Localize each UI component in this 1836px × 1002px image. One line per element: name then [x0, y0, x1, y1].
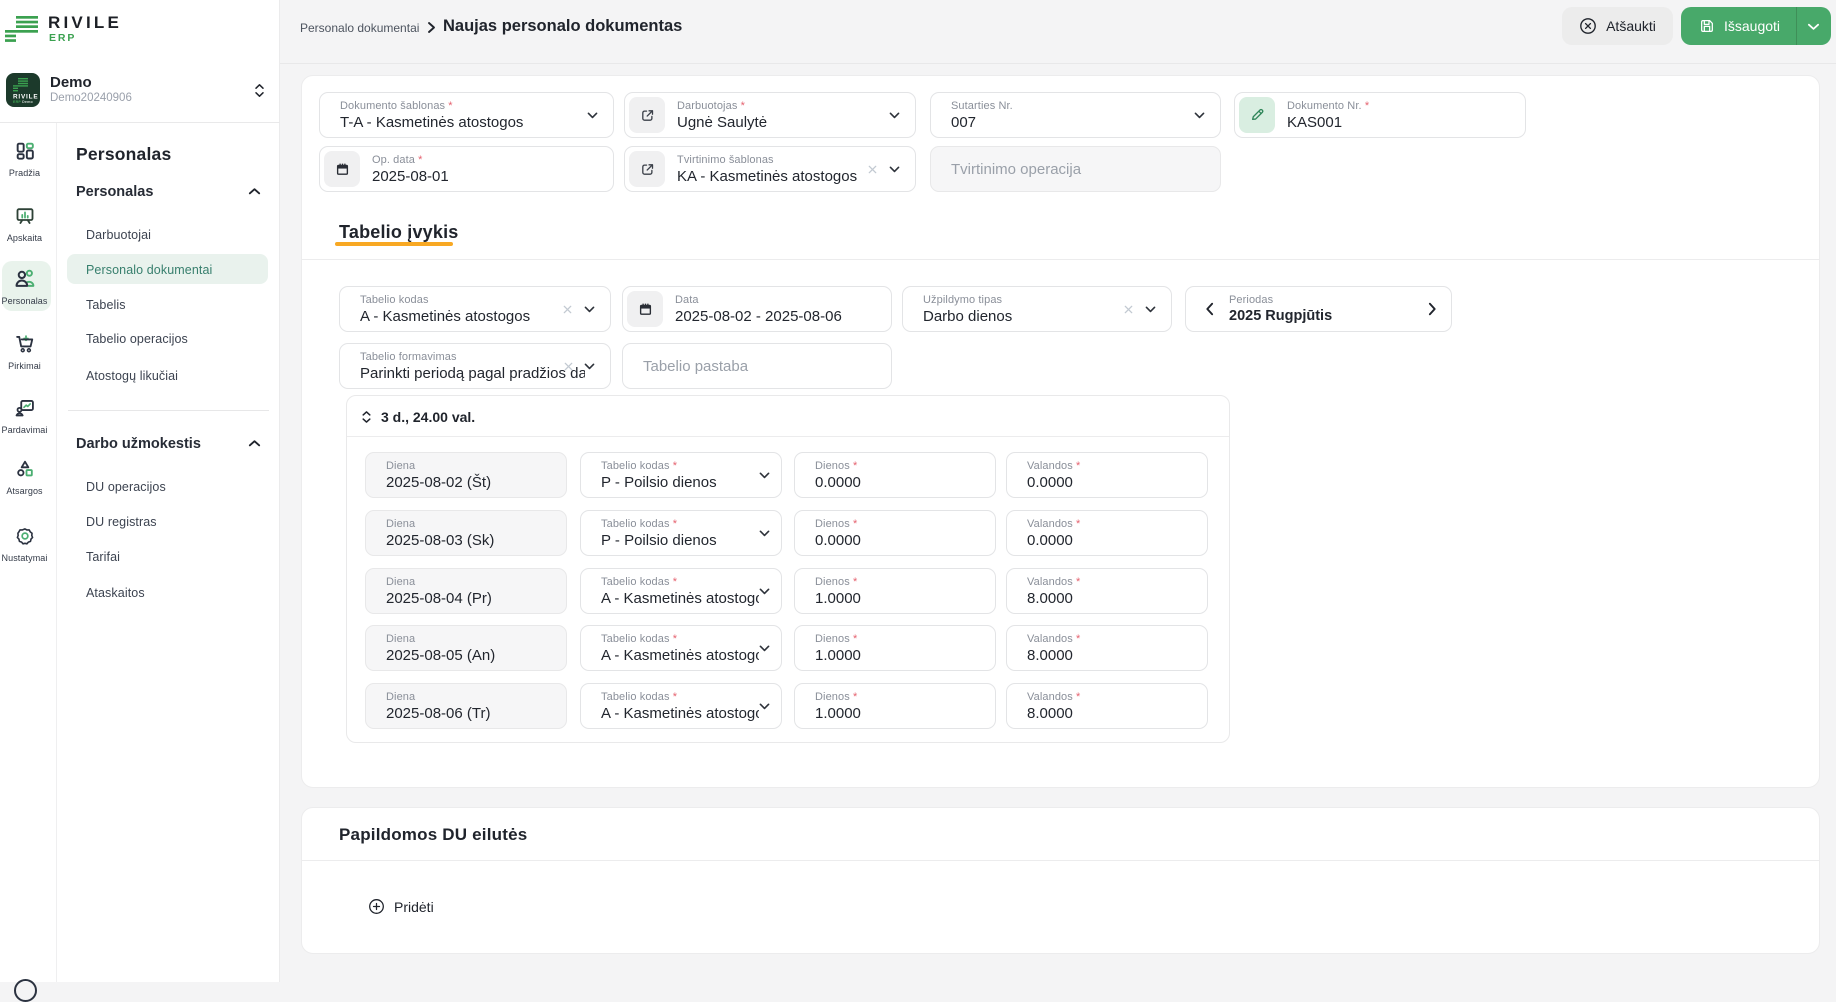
svg-text:ERP Demo: ERP Demo [13, 100, 34, 104]
